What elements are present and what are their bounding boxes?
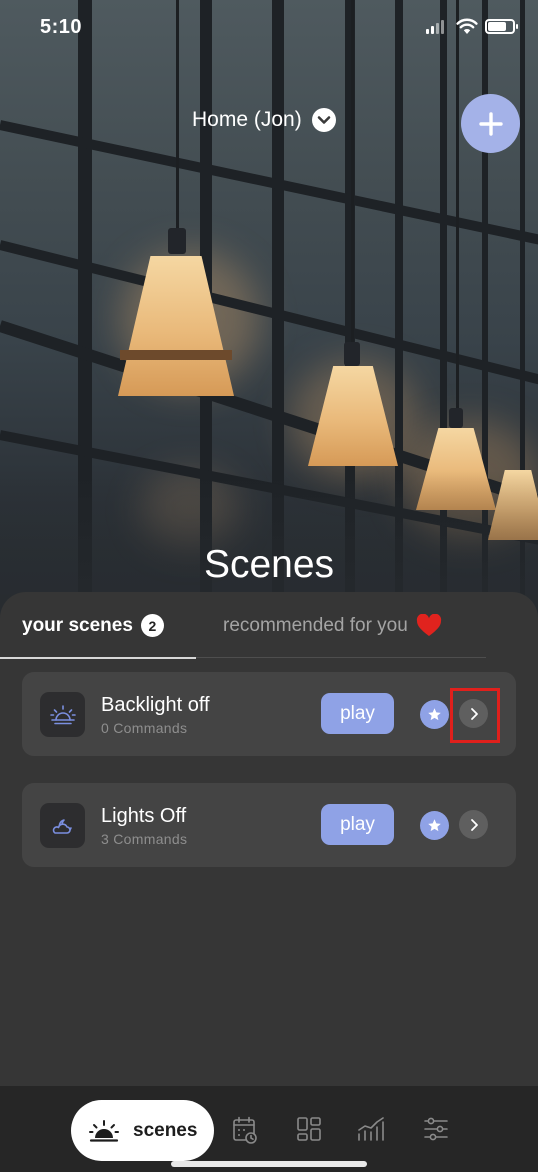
page-title: Scenes bbox=[203, 543, 335, 586]
scene-details-button[interactable] bbox=[459, 810, 488, 839]
scene-command-count: 0 Commands bbox=[101, 720, 188, 736]
moon-cloud-icon bbox=[52, 818, 72, 834]
tab-recommended[interactable]: recommended for you bbox=[223, 614, 442, 637]
status-bar: 5:10 bbox=[0, 0, 538, 56]
plus-icon bbox=[478, 111, 503, 136]
favorite-button[interactable] bbox=[420, 700, 449, 729]
heart-icon bbox=[416, 614, 441, 636]
play-button[interactable]: play bbox=[321, 804, 394, 845]
add-scene-button[interactable] bbox=[461, 94, 520, 153]
scene-count-badge: 2 bbox=[140, 614, 164, 637]
chevron-down-icon bbox=[311, 108, 336, 132]
stats-icon[interactable] bbox=[356, 1116, 386, 1142]
settings-icon[interactable] bbox=[423, 1116, 449, 1142]
scene-command-count: 3 Commands bbox=[101, 831, 188, 847]
schedule-icon[interactable] bbox=[232, 1116, 258, 1144]
scene-name: Lights Off bbox=[101, 805, 187, 827]
status-time: 5:10 bbox=[40, 16, 83, 38]
battery-icon bbox=[485, 19, 518, 34]
star-icon bbox=[428, 708, 441, 721]
tab-your-scenes-label: your scenes bbox=[22, 614, 133, 636]
scene-name: Backlight off bbox=[101, 694, 210, 716]
home-selector[interactable]: Home (Jon) bbox=[192, 108, 336, 132]
tab-divider bbox=[196, 657, 486, 658]
scene-card[interactable]: Lights Off 3 Commands play bbox=[22, 783, 516, 867]
scene-card[interactable]: Backlight off 0 Commands play bbox=[22, 672, 516, 756]
chevron-right-icon bbox=[470, 818, 478, 831]
bottom-nav: scenes bbox=[0, 1086, 538, 1172]
active-tab-indicator bbox=[0, 657, 196, 659]
tab-your-scenes[interactable]: your scenes 2 bbox=[22, 614, 164, 637]
dashboard-icon[interactable] bbox=[296, 1116, 322, 1142]
play-button[interactable]: play bbox=[321, 693, 394, 734]
highlight-box bbox=[450, 688, 500, 743]
nav-item-scenes-label: scenes bbox=[133, 1119, 198, 1141]
nav-item-scenes[interactable]: scenes bbox=[71, 1100, 214, 1161]
home-indicator bbox=[171, 1161, 367, 1167]
hero-background-image bbox=[0, 0, 538, 620]
wifi-icon bbox=[456, 18, 478, 34]
cellular-signal-icon bbox=[426, 20, 444, 34]
sunrise-icon bbox=[49, 704, 76, 724]
star-icon bbox=[428, 819, 441, 832]
scenes-icon bbox=[89, 1119, 119, 1142]
favorite-button[interactable] bbox=[420, 811, 449, 840]
home-label: Home (Jon) bbox=[192, 108, 302, 131]
tab-recommended-label: recommended for you bbox=[223, 614, 408, 636]
